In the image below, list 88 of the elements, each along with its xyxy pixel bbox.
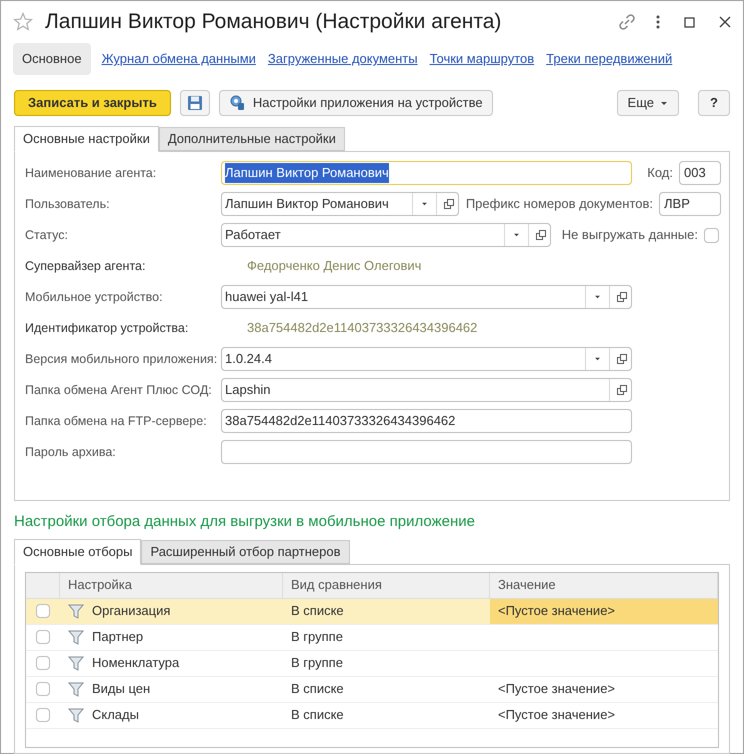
field-label: Пользователь: — [25, 196, 111, 213]
input-field[interactable]: Лапшин Виктор Романович — [221, 161, 632, 185]
section-link[interactable]: Точки маршрутов — [428, 43, 536, 75]
field-label: Пароль архива: — [25, 444, 117, 461]
field-label: Не выгружать данные: — [562, 226, 698, 244]
window-title: Лапшин Виктор Романович (Настройки агента) — [45, 9, 502, 36]
input-field[interactable]: 38a754482d2e11403733326434396462 — [221, 409, 632, 433]
field-label: Мобильное устройство: — [25, 288, 164, 306]
dropdown-icon[interactable] — [594, 357, 601, 361]
table-row[interactable]: Партнер В группе — [26, 624, 718, 650]
select-field[interactable]: Лапшин Виктор Романович — [221, 192, 459, 216]
open-icon[interactable] — [614, 384, 626, 396]
select-field[interactable]: Lapshin — [221, 378, 632, 402]
table-cell-text: Виды цен — [92, 680, 150, 698]
select-field[interactable]: Работает — [221, 223, 551, 247]
table-row[interactable]: Склады В списке <Пустое значение> — [26, 702, 718, 728]
save-button[interactable] — [180, 90, 210, 116]
table-cell-text: В группе — [291, 654, 343, 672]
checkbox[interactable] — [36, 630, 50, 644]
more-button[interactable]: Еще — [616, 90, 679, 116]
field-label: Версия мобильного приложения: — [25, 350, 218, 368]
field-label: Супервайзер агента: — [25, 258, 146, 275]
input-field[interactable] — [221, 440, 632, 464]
dropdown-icon[interactable] — [513, 233, 520, 237]
table-cell-text: Партнер — [92, 628, 144, 646]
column-header: Настройка — [60, 572, 283, 598]
table-row[interactable]: Виды цен В списке <Пустое значение> — [26, 676, 718, 702]
table-cell-text: В списке — [291, 706, 344, 724]
checkbox[interactable] — [36, 682, 50, 696]
filter-icon — [68, 603, 84, 619]
open-icon[interactable] — [534, 229, 546, 241]
tab[interactable]: Основные настройки — [14, 126, 159, 152]
section-title: Настройки отбора данных для выгрузки в мобильное приложение — [13, 512, 476, 532]
link-icon[interactable] — [618, 13, 636, 31]
open-icon[interactable] — [614, 291, 626, 303]
close-icon[interactable] — [719, 16, 731, 28]
caret-icon — [660, 100, 668, 106]
table-cell-text: Склады — [92, 706, 139, 724]
checkbox[interactable] — [704, 228, 719, 242]
section-tab[interactable]: Основное — [13, 43, 91, 75]
table-cell-text: Номенклатура — [92, 654, 180, 672]
checkbox[interactable] — [36, 656, 50, 670]
field-value: 38a754482d2e11403733326434396462 — [246, 319, 478, 338]
field-label: Папка обмена на FTP-сервере: — [25, 412, 208, 430]
maximize-icon[interactable] — [684, 16, 695, 28]
tab[interactable]: Основные отборы — [14, 538, 142, 564]
table-cell-text: <Пустое значение> — [498, 680, 616, 698]
table-cell-text: Организация — [92, 602, 170, 620]
input-field[interactable]: 003 — [679, 161, 721, 185]
open-icon[interactable] — [614, 353, 626, 365]
field-label: Папка обмена Агент Плюс СОД: — [25, 382, 213, 399]
select-field[interactable]: 1.0.24.4 — [221, 347, 632, 371]
checkbox[interactable] — [36, 604, 50, 618]
tab[interactable]: Расширенный отбор партнеров — [141, 540, 350, 564]
section-link[interactable]: Журнал обмена данными — [100, 43, 257, 75]
table-row[interactable]: Организация В списке <Пустое значение> — [26, 598, 718, 624]
field-label: Статус: — [25, 226, 69, 244]
tab[interactable]: Дополнительные настройки — [158, 127, 345, 151]
app-settings-button[interactable]: Настройки приложения на устройстве — [218, 90, 493, 116]
open-icon[interactable] — [442, 198, 454, 210]
checkbox[interactable] — [36, 708, 50, 722]
field-label: Префикс номеров документов: — [466, 195, 653, 214]
table-cell-text: В списке — [291, 680, 344, 698]
field-label: Идентификатор устройства: — [25, 320, 190, 337]
input-field[interactable]: ЛВР — [659, 192, 721, 216]
select-field[interactable]: huawei yal-l41 — [221, 285, 632, 309]
section-link[interactable]: Треки передвижений — [545, 43, 674, 75]
filter-icon — [68, 681, 84, 697]
filter-icon — [68, 655, 84, 671]
table-cell-text: В списке — [291, 602, 344, 620]
filter-icon — [68, 629, 84, 645]
table-cell-text: В группе — [291, 628, 343, 646]
field-value: Федорченко Денис Олегович — [246, 257, 422, 276]
save-and-close-button[interactable]: Записать и закрыть — [14, 90, 171, 116]
column-header: Значение — [490, 572, 718, 598]
table-cell-text: <Пустое значение> — [498, 706, 616, 724]
section-link[interactable]: Загруженные документы — [266, 43, 419, 75]
filter-icon — [68, 707, 84, 723]
more-icon[interactable] — [656, 15, 660, 29]
column-header: Вид сравнения — [283, 572, 490, 598]
help-button[interactable]: ? — [698, 90, 730, 116]
dropdown-icon[interactable] — [421, 202, 428, 206]
star-icon[interactable] — [13, 12, 33, 32]
dropdown-icon[interactable] — [594, 295, 601, 299]
field-label: Наименование агента: — [25, 164, 158, 182]
table-row[interactable]: Номенклатура В группе — [26, 650, 718, 676]
field-label: Код: — [647, 164, 673, 182]
table-cell-text: <Пустое значение> — [498, 602, 616, 620]
